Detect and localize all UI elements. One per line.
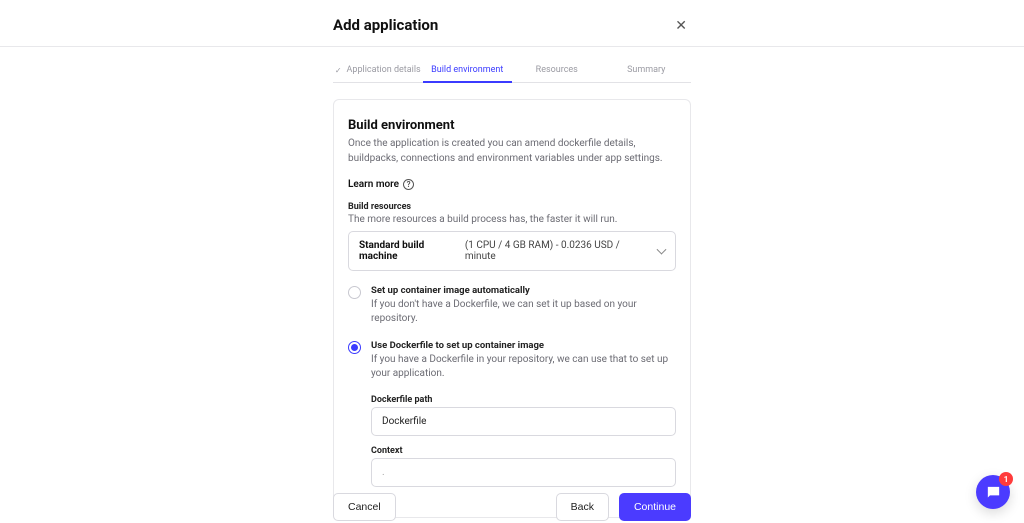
step-summary[interactable]: Summary <box>602 59 692 82</box>
help-icon: ? <box>403 179 414 190</box>
context-input[interactable] <box>371 458 676 487</box>
build-env-card: Build environment Once the application i… <box>333 99 691 518</box>
step-label: Summary <box>627 65 665 75</box>
back-button[interactable]: Back <box>556 493 609 521</box>
step-label: Resources <box>536 65 578 75</box>
cancel-button[interactable]: Cancel <box>333 493 396 521</box>
check-icon: ✓ <box>335 66 342 75</box>
continue-button[interactable]: Continue <box>619 493 691 521</box>
step-application-details[interactable]: ✓ Application details <box>333 59 423 82</box>
select-value-detail: (1 CPU / 4 GB RAM) - 0.0236 USD / minute <box>465 240 647 262</box>
wizard-footer: Cancel Back Continue <box>333 490 691 523</box>
step-resources[interactable]: Resources <box>512 59 602 82</box>
section-title: Build environment <box>348 118 676 133</box>
close-button[interactable]: ✕ <box>671 14 691 36</box>
context-label: Context <box>371 446 676 456</box>
header-divider <box>0 46 1024 47</box>
radio-auto-desc: If you don't have a Dockerfile, we can s… <box>371 298 676 326</box>
learn-more-label: Learn more <box>348 179 399 190</box>
build-resources-label: Build resources <box>348 202 676 212</box>
build-resources-desc: The more resources a build process has, … <box>348 214 676 225</box>
chat-widget[interactable]: 1 <box>976 475 1010 509</box>
radio-auto-title: Set up container image automatically <box>371 285 676 296</box>
step-label: Build environment <box>431 65 503 75</box>
modal-title: Add application <box>333 16 438 34</box>
chat-badge: 1 <box>999 472 1013 486</box>
build-resources-field: Build resources The more resources a bui… <box>348 202 676 271</box>
dockerfile-path-input[interactable] <box>371 407 676 436</box>
dockerfile-path-label: Dockerfile path <box>371 395 676 405</box>
step-build-environment[interactable]: Build environment <box>423 59 513 82</box>
radio-dockerfile-title: Use Dockerfile to set up container image <box>371 340 676 351</box>
radio-dockerfile-setup[interactable] <box>348 341 361 354</box>
radio-auto-setup[interactable] <box>348 286 361 299</box>
section-desc: Once the application is created you can … <box>348 137 676 166</box>
chevron-down-icon <box>657 245 667 255</box>
chat-icon <box>985 484 1002 501</box>
wizard-steps: ✓ Application details Build environment … <box>333 59 691 83</box>
close-icon: ✕ <box>675 17 687 33</box>
build-machine-select[interactable]: Standard build machine (1 CPU / 4 GB RAM… <box>348 231 676 271</box>
container-setup-radio-group: Set up container image automatically If … <box>348 285 676 487</box>
radio-dockerfile-desc: If you have a Dockerfile in your reposit… <box>371 353 676 381</box>
step-label: Application details <box>347 65 421 75</box>
learn-more-link[interactable]: Learn more ? <box>348 179 414 190</box>
select-value-name: Standard build machine <box>359 240 462 262</box>
